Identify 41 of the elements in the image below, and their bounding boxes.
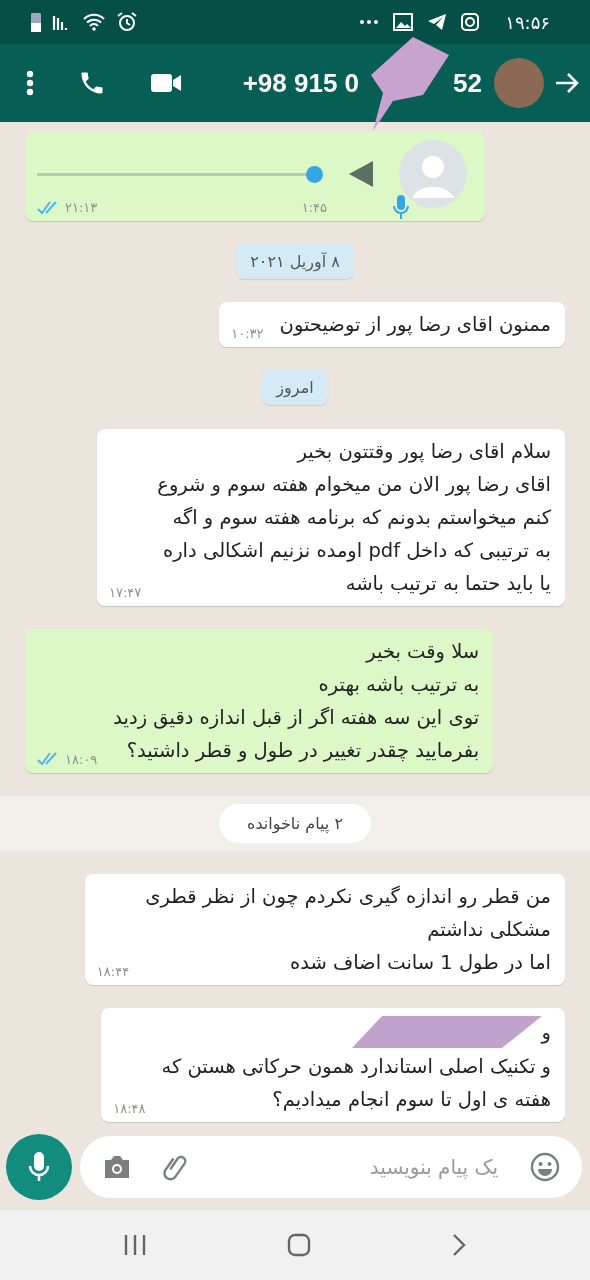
message-text: سلام اقای رضا پور وقتتون بخیر اقای رضا پور الان من میخوام هفته سوم و شروع کنم میخواستم بدونم که برنامه هفته سوم و اگه به ترتیبی که داخل pdf اومده نزنیم اشکالی داره یا باید حتما به ترتیب باشه xyxy=(157,438,551,597)
message-text: سلا وقت بخیر به ترتیب باشه بهتره توی این سه هفته اگر از قبل اندازه دقیق زدید بفرمایید چقدر تغییر در طول و قطر داشتید؟ xyxy=(113,638,480,764)
audio-thumb[interactable] xyxy=(306,165,323,183)
video-call-icon[interactable] xyxy=(150,72,182,94)
audio-duration: ۱:۴۵ xyxy=(301,200,327,215)
message-time: ۲۱:۱۳ xyxy=(65,200,98,215)
alarm-icon xyxy=(116,11,138,33)
message-text: ممنون اقای رضا پور از توضیحتون xyxy=(279,312,551,339)
home-icon[interactable] xyxy=(287,1233,311,1257)
message-text: من قطر رو اندازه گیری نکردم چون از نظر قطری مشکلی نداشتم اما در طول 1 سانت اضاف شده xyxy=(145,883,551,976)
unread-banner: ۲ پیام ناخوانده xyxy=(219,803,371,843)
message-text: و xyxy=(541,1019,551,1046)
message-text: و تکنیک اصلی استاندارد همون حرکاتی هستن که هفته ی اول تا سوم انجام میدادیم؟ xyxy=(161,1054,551,1113)
microphone-icon xyxy=(393,194,409,220)
camera-icon[interactable] xyxy=(102,1154,132,1180)
camera-outline-icon xyxy=(461,13,480,31)
contact-number[interactable]: +98 915 0 xyxy=(242,67,360,99)
recent-apps-icon[interactable] xyxy=(123,1234,147,1256)
image-icon xyxy=(393,13,414,31)
message-time: ۱۰:۳۲ xyxy=(231,326,264,342)
message-time: ۱۸:۰۹ xyxy=(65,751,98,767)
wifi-icon xyxy=(82,12,106,32)
status-time: ۱۹:۵۶ xyxy=(505,11,550,33)
audio-track[interactable] xyxy=(37,172,306,176)
back-icon[interactable] xyxy=(451,1233,467,1257)
date-chip: امروز xyxy=(262,370,328,406)
menu-icon[interactable] xyxy=(26,70,34,96)
avatar-icon xyxy=(399,140,467,208)
message-input[interactable]: یک پیام بنویسید xyxy=(222,1154,500,1180)
emoji-icon[interactable] xyxy=(530,1152,560,1182)
back-arrow-icon[interactable] xyxy=(554,71,580,95)
play-icon[interactable] xyxy=(347,159,375,189)
message-time: ۱۸:۴۴ xyxy=(96,963,130,979)
battery-icon xyxy=(30,11,42,33)
date-chip: ۸ آوریل ۲۰۲۱ xyxy=(236,244,354,280)
contact-number[interactable]: 52 xyxy=(453,67,482,99)
microphone-icon[interactable] xyxy=(28,1151,50,1183)
paper-plane-icon xyxy=(427,13,448,31)
message-time: ۱۷:۴۷ xyxy=(108,584,142,600)
message-time: ۱۸:۴۸ xyxy=(113,1101,146,1116)
more-icon xyxy=(359,19,380,25)
